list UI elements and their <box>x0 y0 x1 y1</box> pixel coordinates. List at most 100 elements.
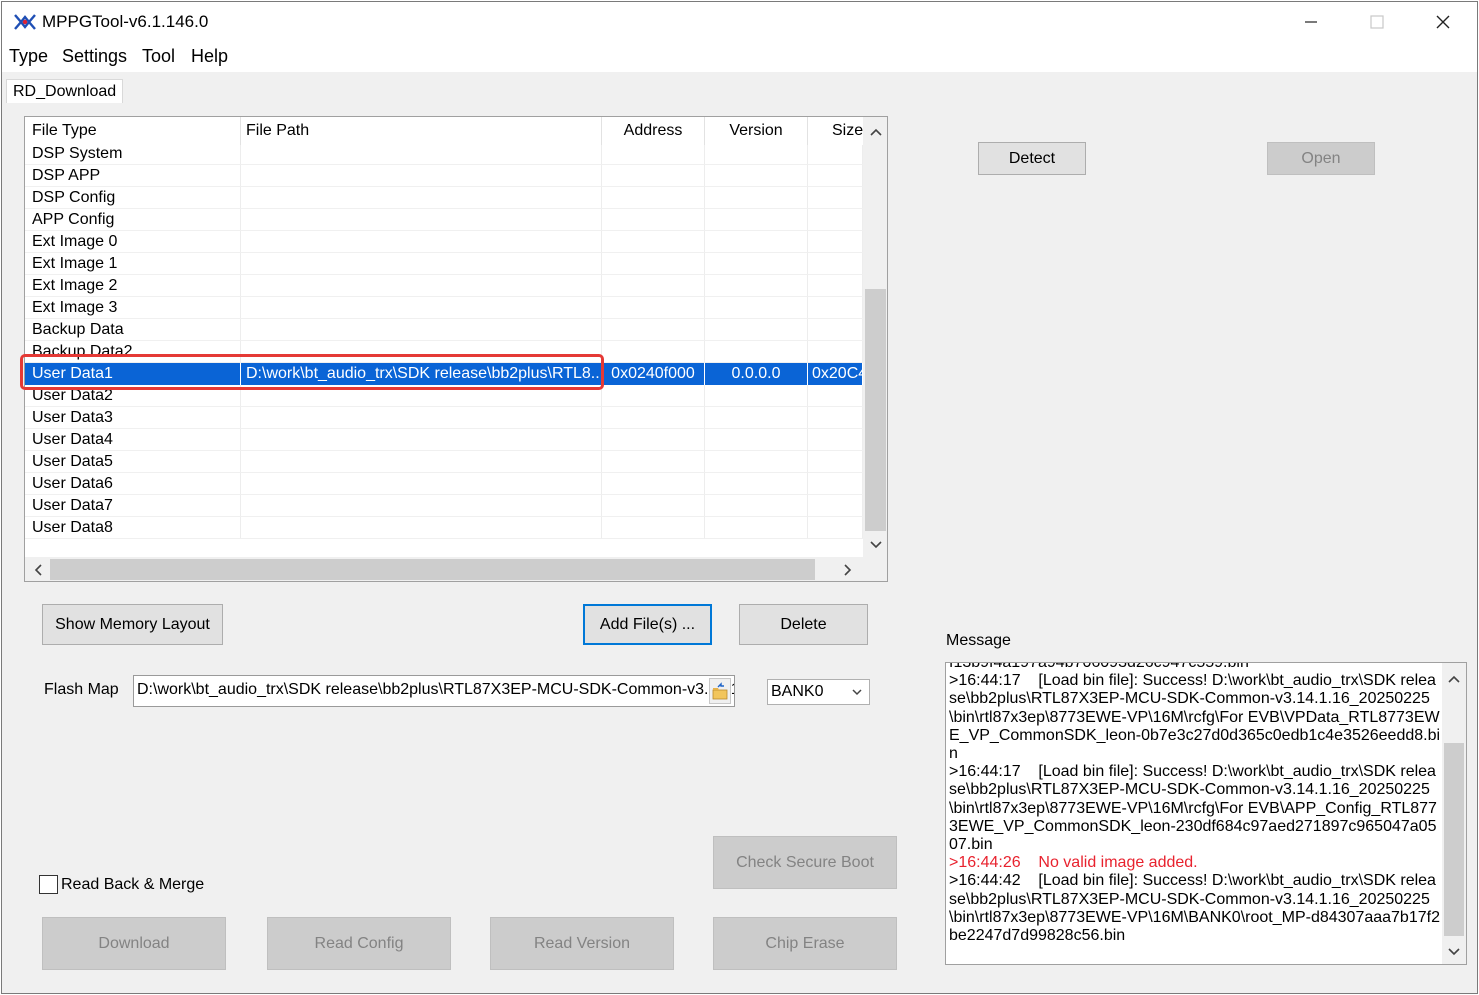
table-row[interactable]: Backup Data <box>25 319 863 341</box>
file-path-cell <box>241 517 602 539</box>
bank-select[interactable]: BANK0 <box>767 679 870 705</box>
read-version-button[interactable]: Read Version <box>490 917 674 970</box>
table-row[interactable]: Ext Image 1 <box>25 253 863 275</box>
address-cell <box>602 495 705 517</box>
column-header-file-type[interactable]: File Type <box>25 117 241 145</box>
table-row[interactable]: User Data5 <box>25 451 863 473</box>
message-vertical-scrollbar[interactable] <box>1442 663 1466 964</box>
message-scroll-down-button[interactable] <box>1442 939 1466 964</box>
column-header-size[interactable]: Size <box>808 117 863 145</box>
detect-button[interactable]: Detect <box>978 142 1086 175</box>
check-secure-boot-button[interactable]: Check Secure Boot <box>713 836 897 889</box>
chip-erase-button[interactable]: Chip Erase <box>713 917 897 970</box>
flash-map-path-input[interactable]: D:\work\bt_audio_trx\SDK release\bb2plus… <box>133 675 735 707</box>
file-path-cell <box>241 297 602 319</box>
file-path-cell <box>241 165 602 187</box>
address-cell <box>602 517 705 539</box>
table-row[interactable]: User Data6 <box>25 473 863 495</box>
scroll-up-button[interactable] <box>863 119 887 144</box>
table-row[interactable]: User Data3 <box>25 407 863 429</box>
message-log[interactable]: f13b9f4a197a94b706093d26c947c559.bin >16:… <box>945 662 1467 965</box>
size-cell <box>808 253 863 275</box>
version-cell <box>705 209 808 231</box>
add-files-button[interactable]: Add File(s) ... <box>583 604 712 645</box>
table-row[interactable]: APP Config <box>25 209 863 231</box>
version-cell <box>705 473 808 495</box>
file-type-cell: Ext Image 1 <box>25 253 241 275</box>
file-type-cell: DSP System <box>25 145 241 165</box>
scroll-down-button[interactable] <box>863 532 887 557</box>
scroll-left-button[interactable] <box>25 557 50 581</box>
chevron-down-icon <box>869 540 882 548</box>
close-button[interactable] <box>1410 2 1476 42</box>
scroll-right-button[interactable] <box>835 557 860 581</box>
table-vertical-scrollbar[interactable] <box>863 117 887 557</box>
version-cell <box>705 165 808 187</box>
file-path-cell <box>241 473 602 495</box>
table-vertical-scroll-thumb[interactable] <box>865 289 886 531</box>
download-button[interactable]: Download <box>42 917 226 970</box>
column-header-address[interactable]: Address <box>602 117 705 145</box>
chevron-up-icon <box>1448 675 1460 683</box>
table-row[interactable]: User Data8 <box>25 517 863 539</box>
file-path-cell <box>241 231 602 253</box>
address-cell <box>602 165 705 187</box>
size-cell <box>808 407 863 429</box>
table-header: File Type File Path Address Version Size <box>25 117 863 145</box>
table-row[interactable]: DSP APP <box>25 165 863 187</box>
address-cell <box>602 231 705 253</box>
message-scroll-up-button[interactable] <box>1442 666 1466 691</box>
table-horizontal-scrollbar[interactable] <box>25 557 863 581</box>
version-cell <box>705 341 808 363</box>
tab-rd-download[interactable]: RD_Download <box>6 79 124 103</box>
menu-settings[interactable]: Settings <box>62 46 127 67</box>
table-row[interactable]: Ext Image 3 <box>25 297 863 319</box>
chevron-down-icon <box>1448 947 1460 955</box>
address-cell <box>602 451 705 473</box>
file-path-cell <box>241 209 602 231</box>
read-back-merge-checkbox[interactable] <box>39 875 58 894</box>
file-type-cell: APP Config <box>25 209 241 231</box>
show-memory-layout-button[interactable]: Show Memory Layout <box>42 604 223 645</box>
app-window: MPPGTool-v6.1.146.0 Type Settings Tool H… <box>1 1 1478 994</box>
table-row[interactable]: DSP System <box>25 145 863 165</box>
menu-tool[interactable]: Tool <box>142 46 175 67</box>
table-row[interactable]: DSP Config <box>25 187 863 209</box>
table-row[interactable]: Ext Image 2 <box>25 275 863 297</box>
file-type-cell: User Data4 <box>25 429 241 451</box>
version-cell <box>705 145 808 165</box>
message-line: >16:44:17 [Load bin file]: Success! D:\w… <box>949 763 1437 854</box>
version-cell <box>705 429 808 451</box>
column-header-file-path[interactable]: File Path <box>241 117 602 145</box>
maximize-button[interactable] <box>1344 2 1410 42</box>
size-cell <box>808 473 863 495</box>
delete-button[interactable]: Delete <box>739 604 868 645</box>
column-header-version[interactable]: Version <box>705 117 808 145</box>
version-cell <box>705 451 808 473</box>
open-button[interactable]: Open <box>1267 142 1375 175</box>
minimize-button[interactable] <box>1278 2 1344 42</box>
browse-flash-map-button[interactable] <box>709 678 731 704</box>
address-cell <box>602 145 705 165</box>
address-cell <box>602 473 705 495</box>
table-row[interactable]: User Data7 <box>25 495 863 517</box>
address-cell <box>602 341 705 363</box>
file-path-cell <box>241 145 602 165</box>
table-row[interactable]: User Data4 <box>25 429 863 451</box>
size-cell <box>808 319 863 341</box>
version-cell <box>705 253 808 275</box>
version-cell <box>705 275 808 297</box>
read-config-button[interactable]: Read Config <box>267 917 451 970</box>
address-cell <box>602 407 705 429</box>
menu-help[interactable]: Help <box>191 46 228 67</box>
table-horizontal-scroll-thumb[interactable] <box>50 559 815 580</box>
file-path-cell <box>241 407 602 429</box>
size-cell <box>808 341 863 363</box>
selection-highlight-outline <box>20 354 604 390</box>
menu-type[interactable]: Type <box>9 46 48 67</box>
message-scroll-thumb[interactable] <box>1444 743 1464 936</box>
message-line: f13b9f4a197a94b706093d26c947c559.bin <box>949 662 1249 671</box>
table-row[interactable]: Ext Image 0 <box>25 231 863 253</box>
file-path-cell <box>241 275 602 297</box>
file-type-cell: Ext Image 3 <box>25 297 241 319</box>
